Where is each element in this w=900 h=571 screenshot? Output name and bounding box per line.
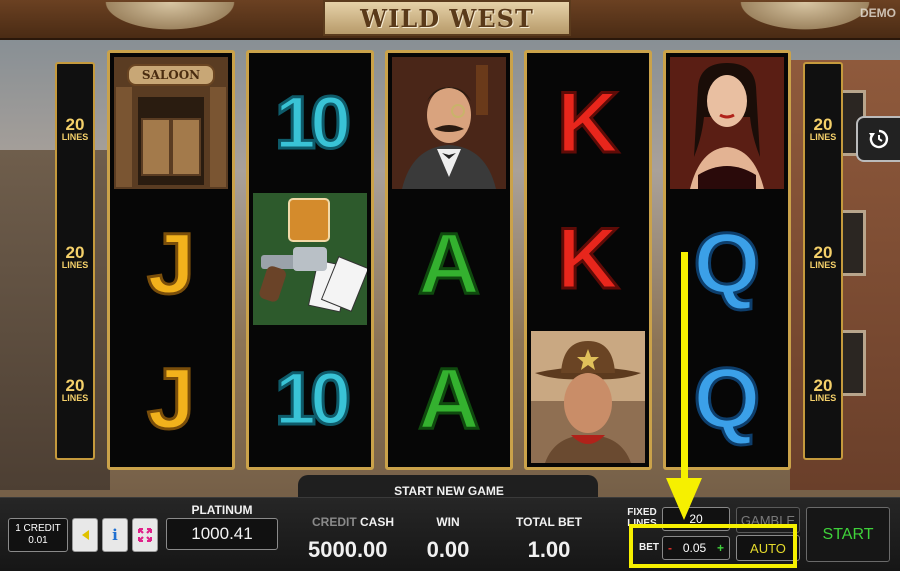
- fullscreen-icon: [138, 528, 152, 542]
- history-icon: [869, 129, 889, 149]
- reel-2: 10 10: [246, 50, 374, 470]
- info-icon: i: [112, 526, 118, 544]
- symbol-sheriff: [531, 331, 645, 463]
- credit-denomination-button[interactable]: 1 CREDIT 0.01: [8, 518, 68, 552]
- reel-3: A A: [385, 50, 513, 470]
- speaker-icon: [82, 530, 89, 540]
- ornament-left: [95, 2, 245, 34]
- gentleman-image: [392, 57, 506, 189]
- symbol-10: 10: [273, 81, 352, 164]
- win-value: 0.00: [426, 537, 470, 562]
- total-bet-label: TOTAL BET: [516, 515, 582, 529]
- jackpot-value: 1000.41: [166, 518, 278, 550]
- lines-column-left: 20 LINES 20 LINES 20 LINES: [55, 62, 95, 460]
- revolver-cards-image: [253, 193, 367, 325]
- start-button[interactable]: START: [806, 507, 890, 562]
- symbol-whiskey-revolver-cards: [253, 193, 367, 325]
- credit-sub: 0.01: [28, 535, 48, 546]
- symbol-10: 10: [273, 357, 352, 440]
- credit-value: 1 CREDIT: [15, 523, 61, 534]
- line-badge: 20 LINES: [809, 115, 837, 142]
- line-badge: 20 LINES: [809, 376, 837, 403]
- annotation-arrow-head: [666, 478, 702, 520]
- symbol-J: J: [146, 351, 197, 447]
- ornament-right: [730, 2, 880, 34]
- credit-cash-label[interactable]: CREDIT CASH: [312, 515, 394, 529]
- game-title: WILD WEST: [323, 0, 571, 36]
- symbol-A: A: [416, 351, 481, 447]
- top-banner: WILD WEST DEMO: [0, 0, 900, 40]
- fullscreen-button[interactable]: [132, 518, 158, 552]
- reel-1: SALOON J J: [107, 50, 235, 470]
- bet-highlight-box: [629, 524, 797, 568]
- line-badge: 20 LINES: [61, 115, 89, 142]
- line-badge: 20 LINES: [61, 376, 89, 403]
- annotation-arrow-shaft: [681, 252, 688, 482]
- symbol-K: K: [555, 211, 620, 307]
- sound-button[interactable]: [72, 518, 98, 552]
- history-button[interactable]: [856, 116, 900, 162]
- info-button[interactable]: i: [102, 518, 128, 552]
- symbol-lady: [670, 57, 784, 189]
- symbol-A: A: [416, 216, 481, 312]
- line-badge: 20 LINES: [61, 243, 89, 270]
- total-bet-value: 1.00: [527, 537, 571, 562]
- lady-image: [670, 57, 784, 189]
- saloon-sign: SALOON: [141, 68, 201, 82]
- symbol-gentleman: [392, 57, 506, 189]
- symbol-saloon: SALOON: [114, 57, 228, 189]
- line-badge: 20 LINES: [809, 243, 837, 270]
- sheriff-image: [531, 331, 645, 463]
- cash-value: 5000.00: [308, 537, 388, 562]
- win-label: WIN: [436, 515, 460, 529]
- lines-column-right: 20 LINES 20 LINES 20 LINES: [803, 62, 843, 460]
- symbol-K: K: [555, 75, 620, 171]
- demo-label: DEMO: [860, 6, 896, 20]
- start-new-game-label: START NEW GAME: [394, 484, 504, 498]
- reel-4: K K: [524, 50, 652, 470]
- symbol-J: J: [146, 216, 197, 312]
